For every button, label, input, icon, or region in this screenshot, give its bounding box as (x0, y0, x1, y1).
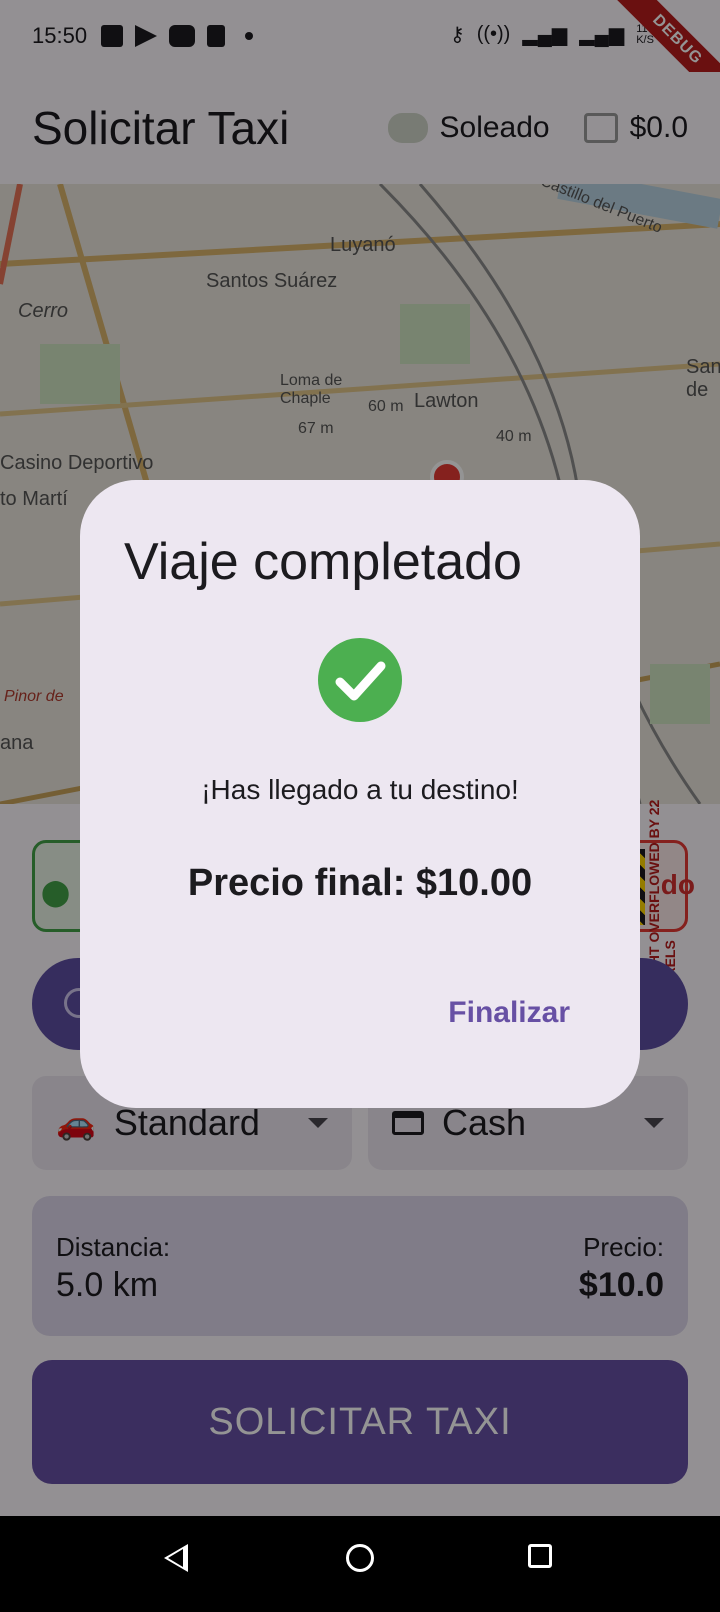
final-price: Precio final: $10.00 (187, 862, 533, 904)
trip-completed-dialog: Viaje completado ¡Has llegado a tu desti… (80, 480, 640, 1108)
dialog-message: ¡Has llegado a tu destino! (201, 774, 519, 805)
dialog-title: Viaje completado (124, 533, 522, 591)
home-icon[interactable] (346, 1544, 374, 1572)
check-circle-icon (318, 638, 402, 722)
finalize-button[interactable]: Finalizar (448, 996, 570, 1030)
system-nav-bar (0, 1516, 720, 1612)
back-icon[interactable] (164, 1544, 188, 1572)
recents-icon[interactable] (528, 1544, 552, 1568)
